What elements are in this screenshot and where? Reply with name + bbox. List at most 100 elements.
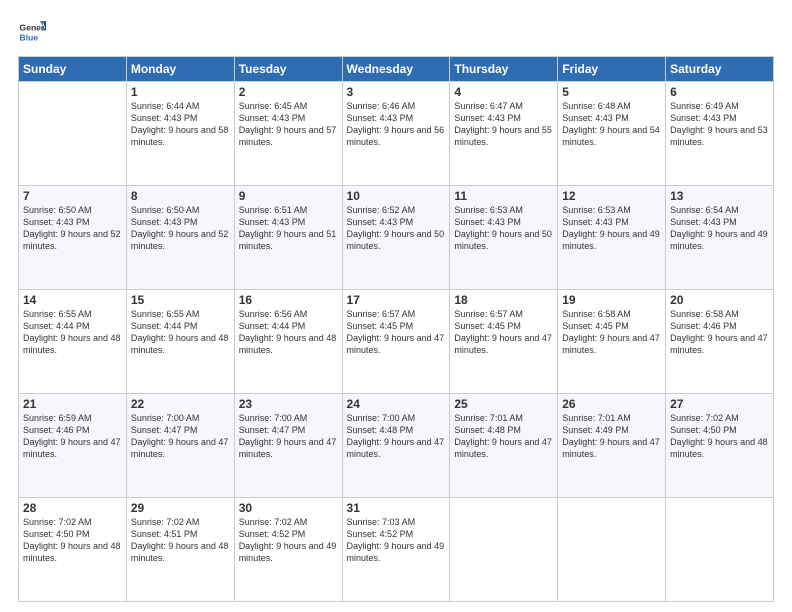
day-number: 28 [23, 501, 122, 515]
day-number: 1 [131, 85, 230, 99]
calendar-cell: 24 Sunrise: 7:00 AMSunset: 4:48 PMDaylig… [342, 394, 450, 498]
day-number: 31 [347, 501, 446, 515]
calendar-cell: 11 Sunrise: 6:53 AMSunset: 4:43 PMDaylig… [450, 186, 558, 290]
day-info: Sunrise: 6:49 AMSunset: 4:43 PMDaylight:… [670, 100, 769, 149]
week-row-1: 1 Sunrise: 6:44 AMSunset: 4:43 PMDayligh… [19, 82, 774, 186]
calendar-cell: 16 Sunrise: 6:56 AMSunset: 4:44 PMDaylig… [234, 290, 342, 394]
week-row-2: 7 Sunrise: 6:50 AMSunset: 4:43 PMDayligh… [19, 186, 774, 290]
day-number: 7 [23, 189, 122, 203]
calendar-cell: 10 Sunrise: 6:52 AMSunset: 4:43 PMDaylig… [342, 186, 450, 290]
week-row-5: 28 Sunrise: 7:02 AMSunset: 4:50 PMDaylig… [19, 498, 774, 602]
weekday-header-row: SundayMondayTuesdayWednesdayThursdayFrid… [19, 57, 774, 82]
calendar-cell: 19 Sunrise: 6:58 AMSunset: 4:45 PMDaylig… [558, 290, 666, 394]
calendar-cell [450, 498, 558, 602]
calendar-cell: 8 Sunrise: 6:50 AMSunset: 4:43 PMDayligh… [126, 186, 234, 290]
day-number: 15 [131, 293, 230, 307]
day-number: 22 [131, 397, 230, 411]
day-number: 23 [239, 397, 338, 411]
weekday-header-tuesday: Tuesday [234, 57, 342, 82]
calendar-cell: 31 Sunrise: 7:03 AMSunset: 4:52 PMDaylig… [342, 498, 450, 602]
calendar-cell: 26 Sunrise: 7:01 AMSunset: 4:49 PMDaylig… [558, 394, 666, 498]
day-info: Sunrise: 6:55 AMSunset: 4:44 PMDaylight:… [23, 308, 122, 357]
calendar-body: 1 Sunrise: 6:44 AMSunset: 4:43 PMDayligh… [19, 82, 774, 602]
day-number: 21 [23, 397, 122, 411]
calendar-cell: 15 Sunrise: 6:55 AMSunset: 4:44 PMDaylig… [126, 290, 234, 394]
week-row-3: 14 Sunrise: 6:55 AMSunset: 4:44 PMDaylig… [19, 290, 774, 394]
week-row-4: 21 Sunrise: 6:59 AMSunset: 4:46 PMDaylig… [19, 394, 774, 498]
day-info: Sunrise: 6:58 AMSunset: 4:46 PMDaylight:… [670, 308, 769, 357]
day-number: 17 [347, 293, 446, 307]
day-number: 13 [670, 189, 769, 203]
day-info: Sunrise: 6:55 AMSunset: 4:44 PMDaylight:… [131, 308, 230, 357]
calendar-cell: 18 Sunrise: 6:57 AMSunset: 4:45 PMDaylig… [450, 290, 558, 394]
weekday-header-monday: Monday [126, 57, 234, 82]
day-number: 9 [239, 189, 338, 203]
calendar-cell: 2 Sunrise: 6:45 AMSunset: 4:43 PMDayligh… [234, 82, 342, 186]
day-info: Sunrise: 6:58 AMSunset: 4:45 PMDaylight:… [562, 308, 661, 357]
calendar-cell [558, 498, 666, 602]
day-info: Sunrise: 7:01 AMSunset: 4:49 PMDaylight:… [562, 412, 661, 461]
calendar-cell: 17 Sunrise: 6:57 AMSunset: 4:45 PMDaylig… [342, 290, 450, 394]
calendar-cell [666, 498, 774, 602]
calendar-cell: 6 Sunrise: 6:49 AMSunset: 4:43 PMDayligh… [666, 82, 774, 186]
calendar-cell: 20 Sunrise: 6:58 AMSunset: 4:46 PMDaylig… [666, 290, 774, 394]
day-number: 16 [239, 293, 338, 307]
day-info: Sunrise: 6:53 AMSunset: 4:43 PMDaylight:… [562, 204, 661, 253]
day-info: Sunrise: 7:01 AMSunset: 4:48 PMDaylight:… [454, 412, 553, 461]
day-info: Sunrise: 6:44 AMSunset: 4:43 PMDaylight:… [131, 100, 230, 149]
day-info: Sunrise: 6:59 AMSunset: 4:46 PMDaylight:… [23, 412, 122, 461]
calendar-cell: 14 Sunrise: 6:55 AMSunset: 4:44 PMDaylig… [19, 290, 127, 394]
day-number: 4 [454, 85, 553, 99]
day-info: Sunrise: 7:02 AMSunset: 4:50 PMDaylight:… [670, 412, 769, 461]
calendar-cell: 3 Sunrise: 6:46 AMSunset: 4:43 PMDayligh… [342, 82, 450, 186]
weekday-header-friday: Friday [558, 57, 666, 82]
day-number: 30 [239, 501, 338, 515]
weekday-header-wednesday: Wednesday [342, 57, 450, 82]
day-info: Sunrise: 6:46 AMSunset: 4:43 PMDaylight:… [347, 100, 446, 149]
day-info: Sunrise: 6:48 AMSunset: 4:43 PMDaylight:… [562, 100, 661, 149]
page: General Blue SundayMondayTuesdayWednesda… [0, 0, 792, 612]
calendar-cell: 21 Sunrise: 6:59 AMSunset: 4:46 PMDaylig… [19, 394, 127, 498]
day-info: Sunrise: 6:54 AMSunset: 4:43 PMDaylight:… [670, 204, 769, 253]
calendar-cell: 22 Sunrise: 7:00 AMSunset: 4:47 PMDaylig… [126, 394, 234, 498]
calendar-cell: 29 Sunrise: 7:02 AMSunset: 4:51 PMDaylig… [126, 498, 234, 602]
day-info: Sunrise: 6:56 AMSunset: 4:44 PMDaylight:… [239, 308, 338, 357]
day-number: 18 [454, 293, 553, 307]
day-number: 3 [347, 85, 446, 99]
day-number: 29 [131, 501, 230, 515]
calendar-cell: 1 Sunrise: 6:44 AMSunset: 4:43 PMDayligh… [126, 82, 234, 186]
day-number: 2 [239, 85, 338, 99]
weekday-header-sunday: Sunday [19, 57, 127, 82]
calendar-cell: 27 Sunrise: 7:02 AMSunset: 4:50 PMDaylig… [666, 394, 774, 498]
calendar-cell: 23 Sunrise: 7:00 AMSunset: 4:47 PMDaylig… [234, 394, 342, 498]
day-info: Sunrise: 6:45 AMSunset: 4:43 PMDaylight:… [239, 100, 338, 149]
day-info: Sunrise: 7:00 AMSunset: 4:47 PMDaylight:… [239, 412, 338, 461]
day-number: 24 [347, 397, 446, 411]
day-number: 11 [454, 189, 553, 203]
calendar-cell: 12 Sunrise: 6:53 AMSunset: 4:43 PMDaylig… [558, 186, 666, 290]
day-info: Sunrise: 6:51 AMSunset: 4:43 PMDaylight:… [239, 204, 338, 253]
header: General Blue [18, 18, 774, 46]
calendar-cell: 4 Sunrise: 6:47 AMSunset: 4:43 PMDayligh… [450, 82, 558, 186]
day-number: 20 [670, 293, 769, 307]
svg-text:Blue: Blue [20, 33, 39, 43]
day-info: Sunrise: 6:50 AMSunset: 4:43 PMDaylight:… [23, 204, 122, 253]
day-number: 14 [23, 293, 122, 307]
day-number: 5 [562, 85, 661, 99]
day-number: 12 [562, 189, 661, 203]
calendar-cell: 28 Sunrise: 7:02 AMSunset: 4:50 PMDaylig… [19, 498, 127, 602]
calendar-cell: 7 Sunrise: 6:50 AMSunset: 4:43 PMDayligh… [19, 186, 127, 290]
day-number: 10 [347, 189, 446, 203]
weekday-header-saturday: Saturday [666, 57, 774, 82]
calendar-cell: 30 Sunrise: 7:02 AMSunset: 4:52 PMDaylig… [234, 498, 342, 602]
day-number: 8 [131, 189, 230, 203]
day-number: 26 [562, 397, 661, 411]
logo: General Blue [18, 18, 46, 46]
day-info: Sunrise: 6:57 AMSunset: 4:45 PMDaylight:… [454, 308, 553, 357]
calendar-cell: 9 Sunrise: 6:51 AMSunset: 4:43 PMDayligh… [234, 186, 342, 290]
calendar-cell [19, 82, 127, 186]
day-info: Sunrise: 6:47 AMSunset: 4:43 PMDaylight:… [454, 100, 553, 149]
day-number: 27 [670, 397, 769, 411]
calendar-table: SundayMondayTuesdayWednesdayThursdayFrid… [18, 56, 774, 602]
day-info: Sunrise: 7:02 AMSunset: 4:51 PMDaylight:… [131, 516, 230, 565]
